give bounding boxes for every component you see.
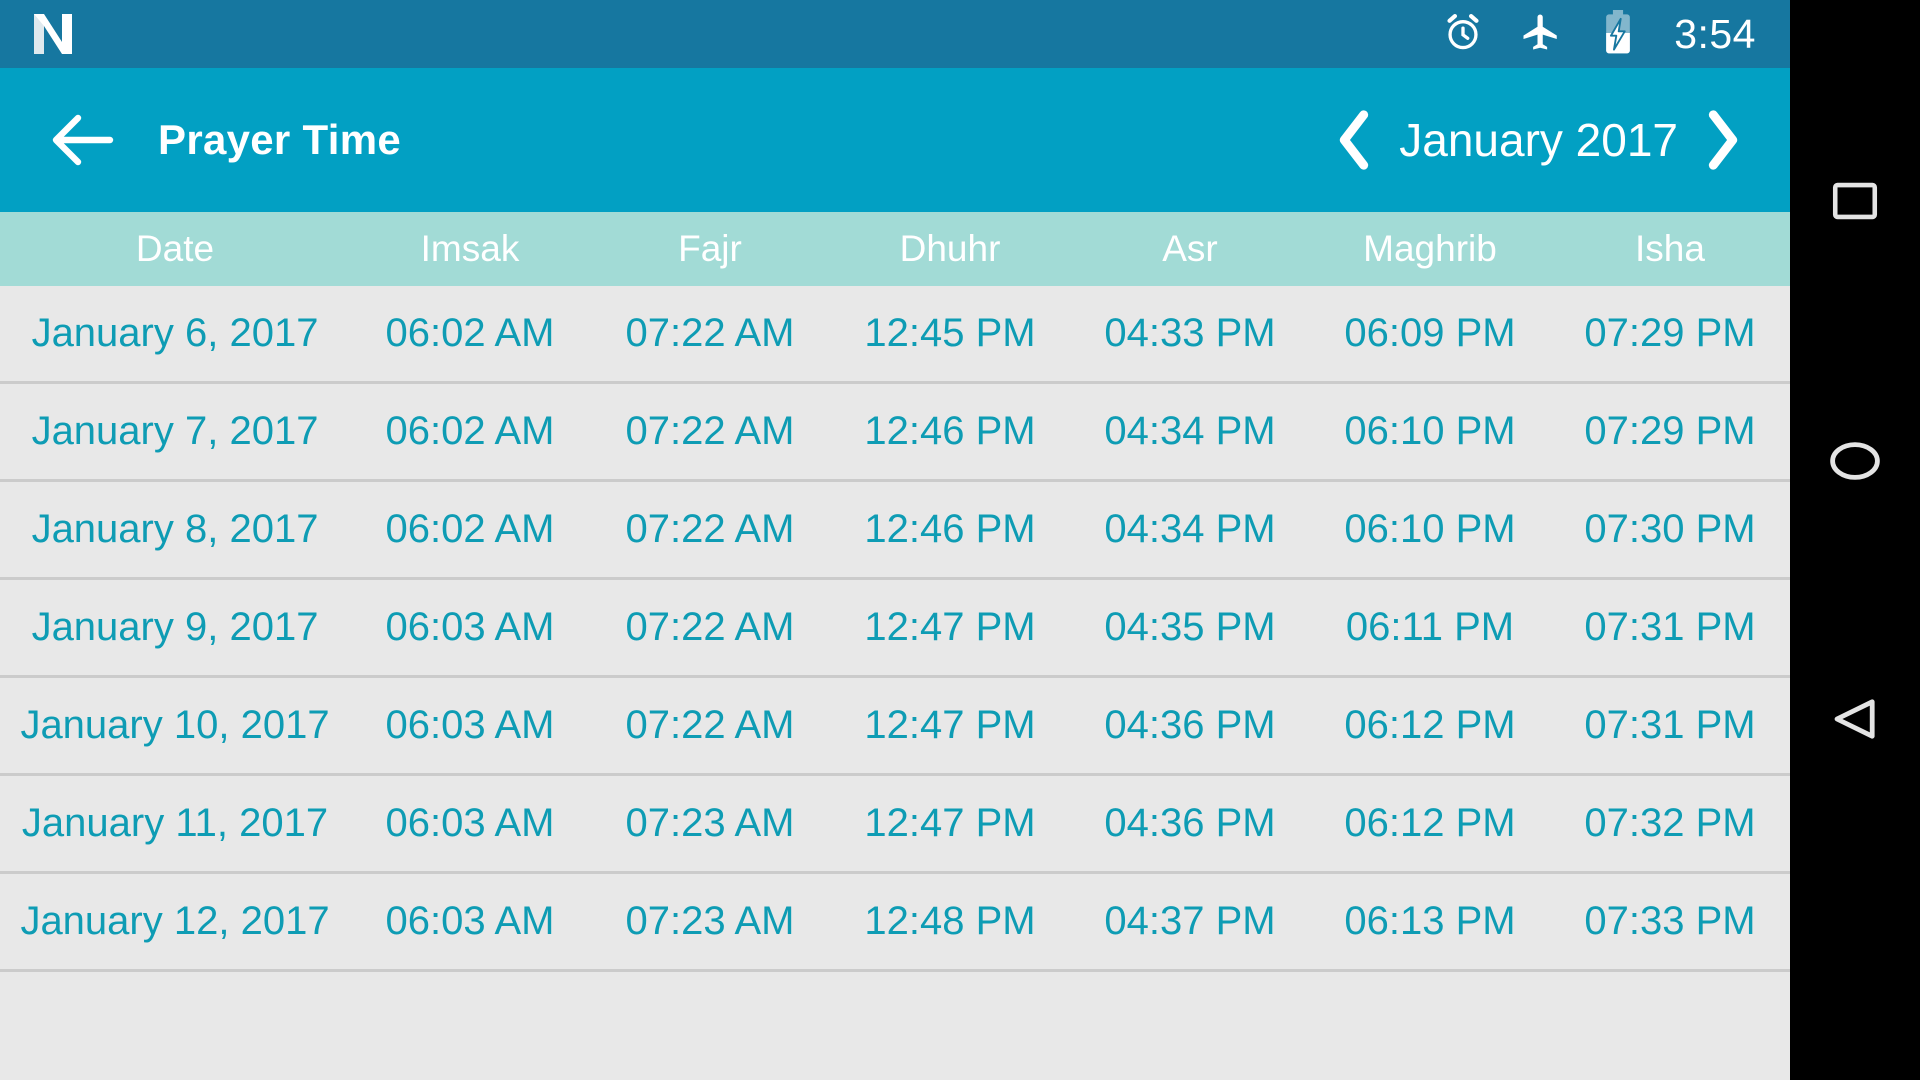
column-header-asr: Asr (1162, 228, 1218, 269)
cell-asr: 04:36 PM (1104, 703, 1276, 747)
column-header-dhuhr: Dhuhr (899, 228, 1001, 269)
column-header-date: Date (135, 228, 215, 269)
cell-isha: 07:29 PM (1584, 409, 1756, 453)
screen: 3:54 Prayer Time January 2017 Date Imsak… (0, 0, 1920, 1080)
status-clock: 3:54 (1674, 10, 1756, 57)
cell-maghrib: 06:10 PM (1344, 507, 1516, 551)
cell-imsak: 06:03 AM (385, 605, 555, 649)
android-n-logo-icon (30, 10, 76, 58)
cell-date: January 10, 2017 (20, 703, 330, 747)
status-bar: 3:54 (0, 0, 1790, 68)
cell-fajr: 07:22 AM (625, 311, 795, 355)
cell-imsak: 06:02 AM (385, 409, 555, 453)
cell-date: January 6, 2017 (31, 311, 319, 355)
cell-fajr: 07:22 AM (625, 409, 795, 453)
cell-fajr: 07:22 AM (625, 703, 795, 747)
cell-maghrib: 06:12 PM (1344, 801, 1516, 845)
cell-date: January 11, 2017 (21, 801, 329, 845)
cell-imsak: 06:02 AM (385, 507, 555, 551)
back-arrow-icon[interactable] (34, 92, 130, 188)
phone-content: 3:54 Prayer Time January 2017 Date Imsak… (0, 0, 1790, 1080)
cell-asr: 04:33 PM (1104, 311, 1276, 355)
triangle-back-icon[interactable] (1790, 654, 1920, 784)
cell-dhuhr: 12:47 PM (864, 703, 1036, 747)
cell-date: January 9, 2017 (31, 605, 319, 649)
cell-asr: 04:35 PM (1104, 605, 1276, 649)
battery-charging-icon (1598, 9, 1638, 59)
cell-maghrib: 06:09 PM (1344, 311, 1516, 355)
airplane-mode-icon (1520, 11, 1562, 58)
cell-dhuhr: 12:46 PM (864, 409, 1036, 453)
system-navigation-bar (1790, 68, 1920, 1080)
month-label: January 2017 (1399, 114, 1678, 166)
cell-maghrib: 06:13 PM (1344, 899, 1516, 943)
cell-asr: 04:36 PM (1104, 801, 1276, 845)
circle-home-icon[interactable] (1790, 396, 1920, 526)
cell-fajr: 07:22 AM (625, 605, 795, 649)
cell-imsak: 06:03 AM (385, 703, 555, 747)
table-header-row: Date Imsak Fajr Dhuhr Asr Maghrib Isha (0, 212, 1790, 286)
table-row[interactable]: January 6, 2017 06:02 AM 07:22 AM 12:45 … (0, 286, 1790, 384)
page-title: Prayer Time (158, 116, 402, 163)
cell-imsak: 06:03 AM (385, 801, 555, 845)
cell-fajr: 07:23 AM (625, 899, 795, 943)
table-row[interactable]: January 9, 2017 06:03 AM 07:22 AM 12:47 … (0, 580, 1790, 678)
table-row[interactable]: January 12, 2017 06:03 AM 07:23 AM 12:48… (0, 874, 1790, 972)
table-row[interactable]: January 11, 2017 06:03 AM 07:23 AM 12:47… (0, 776, 1790, 874)
cell-fajr: 07:23 AM (625, 801, 795, 845)
column-header-maghrib: Maghrib (1363, 228, 1497, 269)
cell-maghrib: 06:11 PM (1345, 605, 1515, 649)
cell-isha: 07:29 PM (1584, 311, 1756, 355)
cell-isha: 07:33 PM (1584, 899, 1756, 943)
square-recents-icon[interactable] (1790, 136, 1920, 266)
cell-dhuhr: 12:45 PM (864, 311, 1036, 355)
chevron-left-icon[interactable] (1317, 95, 1391, 185)
column-header-fajr: Fajr (678, 228, 742, 269)
cell-dhuhr: 12:46 PM (864, 507, 1036, 551)
alarm-clock-icon (1442, 11, 1484, 58)
prayer-time-table: Date Imsak Fajr Dhuhr Asr Maghrib Isha J… (0, 212, 1790, 972)
month-navigator: January 2017 (1317, 95, 1790, 185)
column-header-isha: Isha (1635, 228, 1705, 269)
cell-isha: 07:31 PM (1584, 605, 1756, 649)
table-row[interactable]: January 8, 2017 06:02 AM 07:22 AM 12:46 … (0, 482, 1790, 580)
cell-dhuhr: 12:47 PM (864, 605, 1036, 649)
cell-date: January 12, 2017 (20, 899, 330, 943)
cell-date: January 8, 2017 (31, 507, 319, 551)
chevron-right-icon[interactable] (1686, 95, 1760, 185)
column-header-imsak: Imsak (420, 228, 520, 269)
cell-asr: 04:34 PM (1104, 409, 1276, 453)
cell-maghrib: 06:10 PM (1344, 409, 1516, 453)
cell-imsak: 06:02 AM (385, 311, 555, 355)
cell-isha: 07:31 PM (1584, 703, 1756, 747)
cell-date: January 7, 2017 (31, 409, 319, 453)
cell-fajr: 07:22 AM (625, 507, 795, 551)
status-icons: 3:54 (1442, 9, 1790, 59)
cell-asr: 04:37 PM (1104, 899, 1276, 943)
cell-isha: 07:32 PM (1584, 801, 1756, 845)
cell-dhuhr: 12:48 PM (864, 899, 1036, 943)
cell-asr: 04:34 PM (1104, 507, 1276, 551)
cell-maghrib: 06:12 PM (1344, 703, 1516, 747)
table-row[interactable]: January 7, 2017 06:02 AM 07:22 AM 12:46 … (0, 384, 1790, 482)
cell-dhuhr: 12:47 PM (864, 801, 1036, 845)
app-bar: Prayer Time January 2017 (0, 68, 1790, 212)
cell-imsak: 06:03 AM (385, 899, 555, 943)
table-row[interactable]: January 10, 2017 06:03 AM 07:22 AM 12:47… (0, 678, 1790, 776)
cell-isha: 07:30 PM (1584, 507, 1756, 551)
